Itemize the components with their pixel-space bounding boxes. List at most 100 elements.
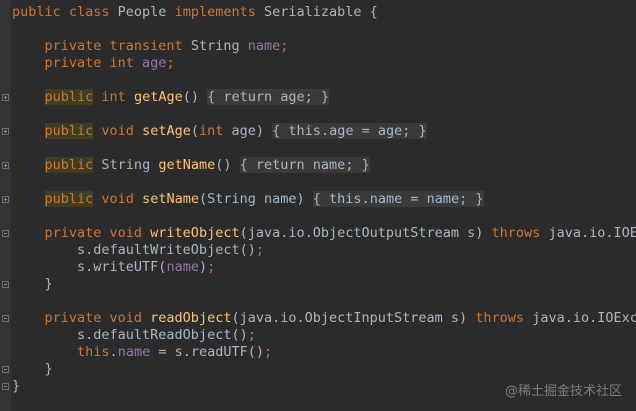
code-token: {: [272, 123, 289, 139]
code-token: (): [215, 157, 240, 173]
fold-expand-icon[interactable]: [2, 94, 9, 101]
code-line[interactable]: public class People implements Serializa…: [12, 4, 378, 21]
code-token: setAge: [142, 123, 191, 139]
fold-expand-icon[interactable]: [2, 196, 9, 203]
code-token: ;: [280, 38, 289, 54]
code-token: }: [12, 361, 53, 377]
code-token: .: [320, 123, 330, 139]
code-token: s.defaultWriteObject(): [12, 242, 256, 258]
code-token: private transient: [12, 38, 191, 54]
code-token: }: [12, 276, 53, 292]
code-token: age): [231, 123, 273, 139]
code-token: {: [239, 157, 256, 173]
code-line[interactable]: s.defaultReadObject();: [12, 327, 256, 344]
code-token: (java.io.ObjectInputStream s): [231, 310, 476, 326]
code-line[interactable]: private transient String name;: [12, 38, 289, 55]
fold-collapse-icon[interactable]: [2, 230, 9, 237]
code-editor[interactable]: public class People implements Serializa…: [0, 0, 636, 411]
code-line[interactable]: public void setName(String name) { this.…: [12, 191, 484, 208]
code-token: ;: [166, 55, 175, 71]
code-line[interactable]: s.defaultWriteObject();: [12, 242, 264, 259]
code-token: public: [44, 157, 94, 173]
code-token: ;: [247, 327, 256, 343]
code-token: public class: [12, 4, 118, 20]
code-token: s.defaultReadObject(): [12, 327, 248, 343]
code-token: this: [77, 344, 110, 360]
code-token: }: [320, 89, 330, 105]
code-token: (): [182, 89, 208, 105]
code-line[interactable]: public int getAge() { return age; }: [12, 89, 330, 106]
code-line[interactable]: private void readObject(java.io.ObjectIn…: [12, 310, 636, 327]
code-token: ;: [459, 191, 476, 207]
code-token: ;: [264, 344, 273, 360]
code-token: private void: [12, 310, 151, 326]
code-token: String: [190, 38, 248, 54]
code-token: void: [93, 191, 143, 207]
code-token: return: [223, 89, 281, 105]
code-token: setName: [142, 191, 199, 207]
code-token: int: [199, 123, 232, 139]
code-token: void: [93, 123, 143, 139]
code-token: (java.io.ObjectOutputStream s): [239, 225, 492, 241]
code-token: {: [312, 191, 330, 207]
code-token: ;: [255, 242, 264, 258]
code-line[interactable]: this.name = s.readUTF();: [12, 344, 272, 361]
code-token: java.io.IOEx: [548, 225, 636, 241]
code-token: ): [198, 259, 208, 275]
code-token: private int: [12, 55, 143, 71]
fold-expand-icon[interactable]: [2, 162, 9, 169]
code-line[interactable]: }: [12, 361, 53, 378]
fold-collapse-icon[interactable]: [2, 366, 9, 373]
fold-expand-icon[interactable]: [2, 128, 9, 135]
code-token: = name: [402, 191, 460, 207]
code-line[interactable]: }: [12, 276, 53, 293]
code-token: ;: [207, 259, 216, 275]
code-token: ;: [345, 157, 362, 173]
fold-collapse-icon[interactable]: [2, 383, 9, 390]
code-token: name: [369, 191, 403, 207]
code-token: ;: [402, 123, 419, 139]
code-token: .: [361, 191, 370, 207]
code-token: age: [280, 89, 305, 105]
code-token: = age: [353, 123, 403, 139]
code-token: String: [93, 157, 159, 173]
code-line[interactable]: public String getName() { return name; }: [12, 157, 370, 174]
code-token: throws: [491, 225, 549, 241]
code-token: getAge: [133, 89, 183, 105]
code-token: readObject: [150, 310, 232, 326]
code-line[interactable]: public void setAge(int age) { this.age =…: [12, 123, 427, 140]
editor-gutter: [0, 0, 11, 411]
code-token: (String name): [198, 191, 313, 207]
code-token: implements: [174, 4, 264, 20]
code-token: s.writeUTF(: [12, 259, 167, 275]
code-token: this: [329, 191, 362, 207]
code-token: int: [93, 89, 134, 105]
code-token: public: [44, 123, 94, 139]
code-token: name: [117, 344, 151, 360]
code-token: public: [44, 191, 94, 207]
code-token: age: [329, 123, 354, 139]
code-token: Serializable {: [263, 4, 378, 20]
code-line[interactable]: }: [12, 378, 20, 395]
code-token: throws: [475, 310, 533, 326]
code-line[interactable]: private int age;: [12, 55, 175, 72]
code-token: name: [166, 259, 199, 275]
fold-collapse-icon[interactable]: [2, 315, 9, 322]
code-token: }: [361, 157, 370, 173]
watermark: @稀土掘金技术社区: [504, 384, 622, 399]
code-token: age: [142, 55, 167, 71]
code-token: java.io.IOExce: [532, 310, 636, 326]
code-line[interactable]: s.writeUTF(name);: [12, 259, 215, 276]
fold-collapse-icon[interactable]: [2, 281, 9, 288]
code-token: name: [312, 157, 346, 173]
code-token: = s.readUTF(): [150, 344, 264, 360]
code-line[interactable]: private void writeObject(java.io.ObjectO…: [12, 225, 636, 242]
code-token: .: [109, 344, 118, 360]
code-token: getName: [158, 157, 216, 173]
code-token: (: [190, 123, 199, 139]
code-token: public: [44, 89, 94, 105]
